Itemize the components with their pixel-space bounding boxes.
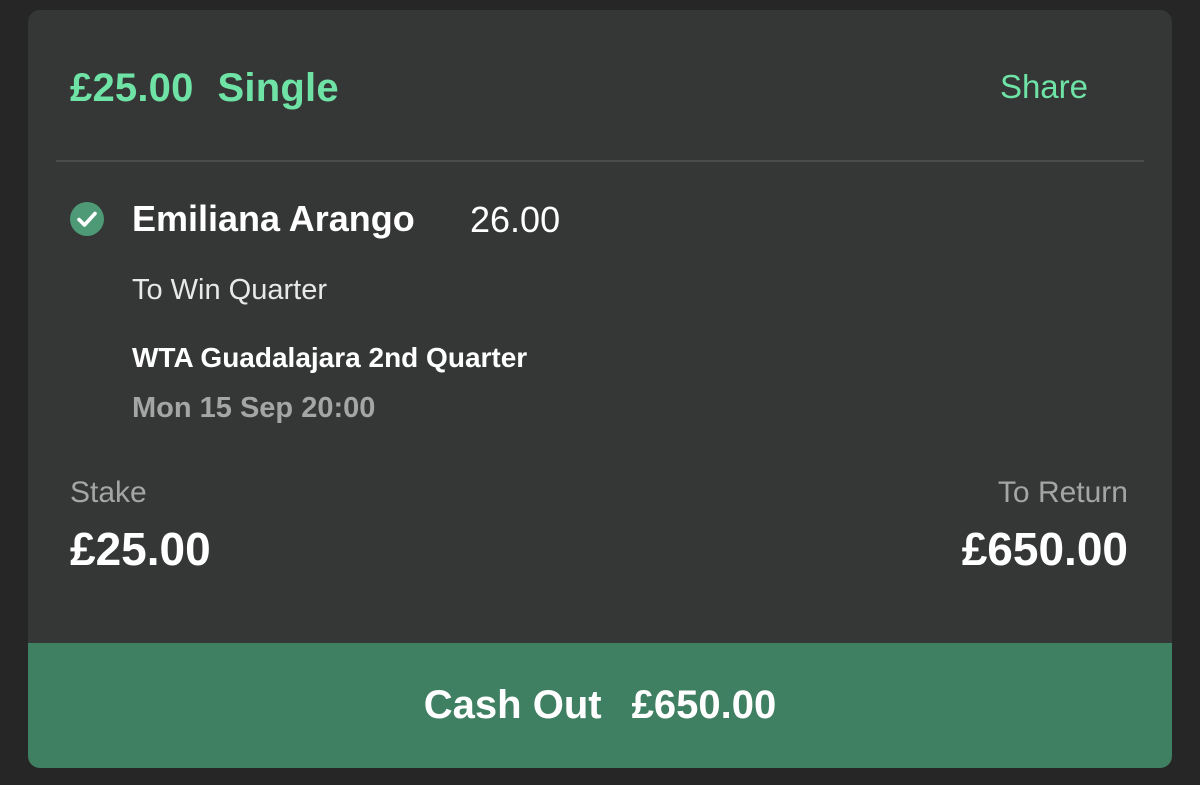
bet-card: £25.00 Single Share Emiliana Arango 26.00… xyxy=(28,10,1172,768)
bet-title: £25.00 Single xyxy=(70,66,339,111)
stake-value: £25.00 xyxy=(70,523,211,575)
stake-label: Stake xyxy=(70,476,147,509)
return-label: To Return xyxy=(997,476,1128,509)
event-datetime: Mon 15 Sep 20:00 xyxy=(132,392,376,424)
market-name: To Win Quarter xyxy=(132,274,327,306)
event-name: WTA Guadalajara 2nd Quarter xyxy=(132,342,528,373)
return-value: £650.00 xyxy=(961,523,1128,575)
bet-stake-header: £25.00 xyxy=(70,66,194,110)
check-circle-icon xyxy=(70,202,104,236)
cash-out-amount: £650.00 xyxy=(631,683,777,727)
divider xyxy=(56,160,1144,162)
selection-odds: 26.00 xyxy=(470,199,561,240)
bet-type: Single xyxy=(217,66,339,110)
share-button[interactable]: Share xyxy=(1000,68,1088,106)
cash-out-button[interactable]: Cash Out £650.00 xyxy=(28,643,1172,768)
selection-name: Emiliana Arango xyxy=(132,198,415,239)
cash-out-label: Cash Out xyxy=(423,683,602,727)
bet-header: £25.00 Single Share xyxy=(28,10,1172,160)
